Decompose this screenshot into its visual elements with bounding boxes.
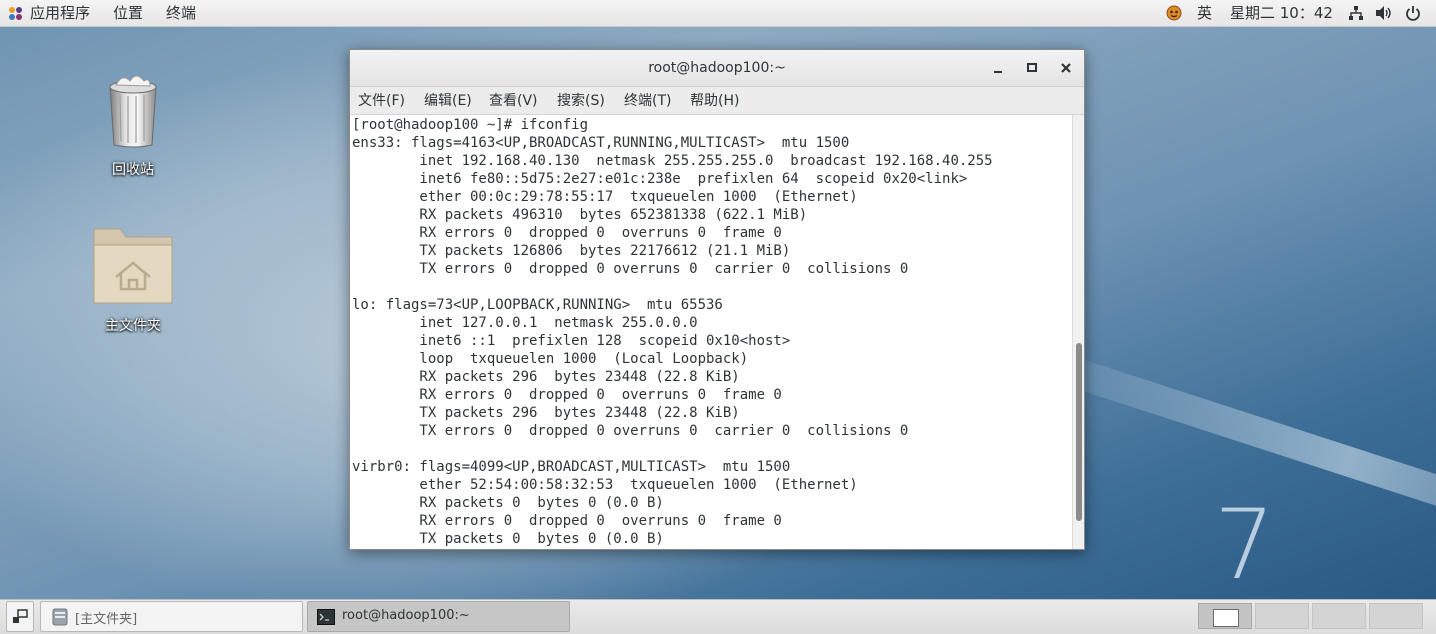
workspace-2[interactable] <box>1255 603 1309 629</box>
workspace-3[interactable] <box>1312 603 1366 629</box>
terminal-menubar: 文件(F) 编辑(E) 查看(V) 搜索(S) 终端(T) 帮助(H) <box>350 87 1084 115</box>
clock[interactable]: 星期二 10：42 <box>1230 0 1333 26</box>
places-menu[interactable]: 位置 <box>113 0 143 26</box>
terminal-window[interactable]: root@hadoop100:~ 文件(F) 编辑(E) 查看(V) 搜索(S)… <box>349 49 1085 550</box>
menu-help[interactable]: 帮助(H) <box>690 87 739 115</box>
terminal-scrollbar[interactable] <box>1072 115 1084 549</box>
power-icon[interactable] <box>1405 5 1421 21</box>
taskbar-file-manager-label: [主文件夹] <box>75 612 138 627</box>
show-desktop-icon <box>13 609 28 623</box>
menu-edit[interactable]: 编辑(E) <box>424 87 472 115</box>
menu-view[interactable]: 查看(V) <box>489 87 538 115</box>
menu-file[interactable]: 文件(F) <box>358 87 405 115</box>
centos-7-watermark: 7 <box>1214 489 1276 599</box>
network-icon[interactable] <box>1348 5 1364 21</box>
home-folder-label: 主文件夹 <box>105 318 161 334</box>
desktop-icon-trash[interactable]: 回收站 <box>92 73 174 179</box>
window-titlebar[interactable]: root@hadoop100:~ <box>350 50 1084 87</box>
window-title: root@hadoop100:~ <box>648 60 786 76</box>
terminal-menu[interactable]: 终端 <box>166 0 196 26</box>
taskbar-item-terminal[interactable]: root@hadoop100:~ <box>307 601 570 632</box>
menu-terminal[interactable]: 终端(T) <box>624 87 671 115</box>
minimize-icon[interactable] <box>989 59 1007 77</box>
desktop-icon-home-folder[interactable]: 主文件夹 <box>86 223 180 335</box>
workspace-4[interactable] <box>1369 603 1423 629</box>
taskbar-terminal-label: root@hadoop100:~ <box>342 608 470 623</box>
close-icon[interactable] <box>1057 59 1075 77</box>
trash-label: 回收站 <box>112 162 154 178</box>
applications-menu[interactable]: 应用程序 <box>30 0 90 26</box>
bottom-panel: [主文件夹] root@hadoop100:~ <box>0 599 1436 634</box>
terminal-output[interactable]: [root@hadoop100 ~]# ifconfig ens33: flag… <box>350 115 1072 549</box>
volume-icon[interactable] <box>1375 5 1393 21</box>
trash-icon <box>109 75 157 148</box>
maximize-icon[interactable] <box>1023 59 1041 77</box>
input-method-indicator[interactable]: 英 <box>1197 0 1212 26</box>
workspace-1[interactable] <box>1198 603 1252 629</box>
menu-search[interactable]: 搜索(S) <box>557 87 605 115</box>
terminal-text: [root@hadoop100 ~]# ifconfig ens33: flag… <box>352 117 993 547</box>
applications-menu-icon <box>9 7 22 20</box>
scrollbar-thumb[interactable] <box>1076 343 1082 521</box>
input-method-icon[interactable] <box>1166 5 1182 21</box>
terminal-icon <box>317 609 335 625</box>
workspace-1-window-preview <box>1213 609 1239 627</box>
taskbar-item-file-manager[interactable]: [主文件夹] <box>40 601 303 632</box>
show-desktop-button[interactable] <box>6 601 34 632</box>
home-folder-icon <box>93 228 173 304</box>
top-panel: 应用程序 位置 终端 英 星期二 10：42 <box>0 0 1436 27</box>
file-manager-icon <box>52 608 68 626</box>
